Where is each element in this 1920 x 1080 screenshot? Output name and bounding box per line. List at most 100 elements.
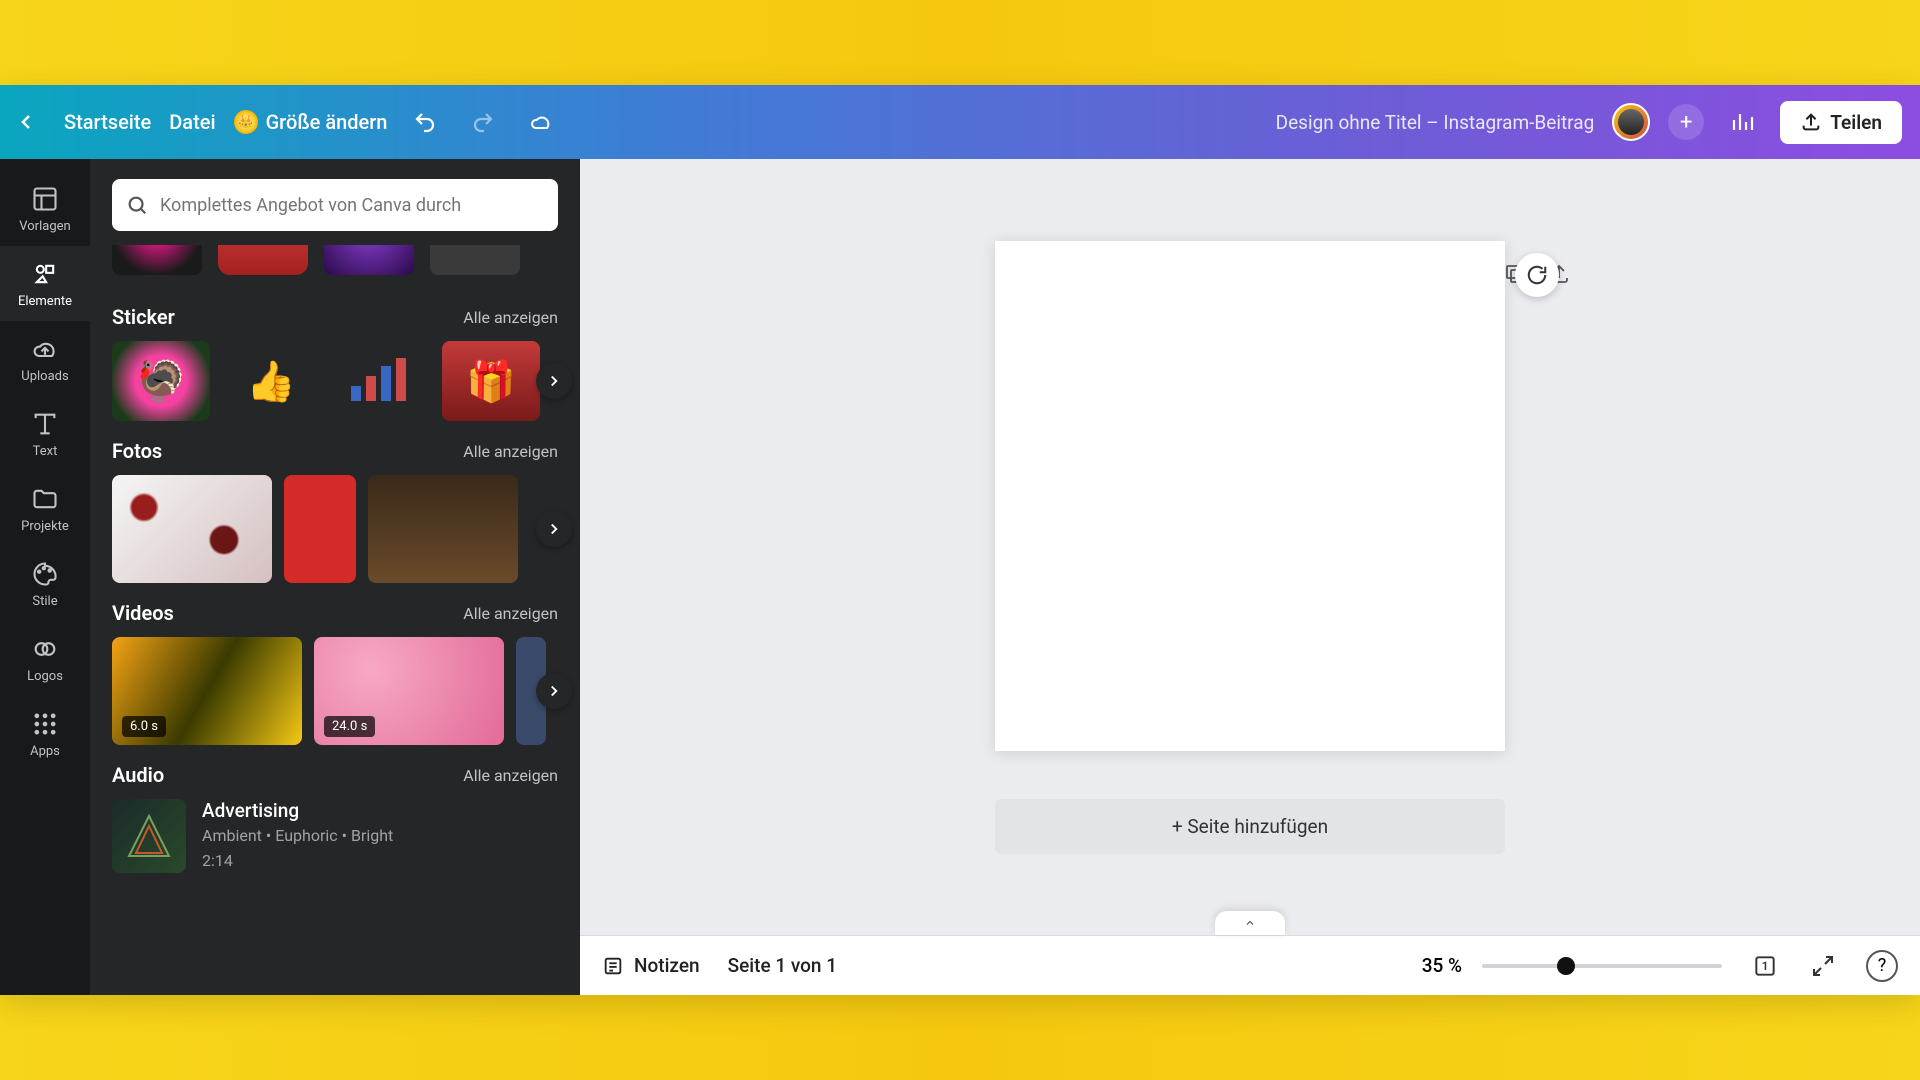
chart-icon [1730, 110, 1754, 134]
expand-pages-button[interactable] [1215, 911, 1285, 935]
top-bar: Startseite Datei 👑 Größe ändern Design o… [0, 85, 1920, 159]
refresh-icon [1526, 264, 1548, 286]
top-bar-left: Startseite Datei 👑 Größe ändern [6, 102, 561, 142]
rail-styles[interactable]: Stile [0, 546, 90, 621]
share-label: Teilen [1830, 111, 1882, 134]
cloud-sync-button[interactable] [521, 102, 561, 142]
share-button[interactable]: Teilen [1780, 101, 1902, 144]
rail-label: Apps [30, 744, 60, 759]
photos-head: Fotos Alle anzeigen [112, 439, 558, 463]
text-icon [31, 410, 59, 438]
redo-button[interactable] [463, 102, 503, 142]
document-title[interactable]: Design ohne Titel – Instagram-Beitrag [1276, 111, 1595, 134]
videos-title: Videos [112, 601, 174, 625]
sticker-next[interactable] [536, 363, 572, 399]
notes-icon [602, 955, 624, 977]
apps-icon [31, 710, 59, 738]
page-count-badge: 1 [1762, 959, 1769, 973]
audio-track-time: 2:14 [202, 851, 393, 870]
audio-track-title: Advertising [202, 799, 393, 822]
folder-icon [31, 485, 59, 513]
redo-icon [471, 110, 495, 134]
audio-title: Audio [112, 763, 164, 787]
back-button[interactable] [6, 102, 46, 142]
refresh-button[interactable] [1515, 253, 1559, 297]
body: Vorlagen Elemente Uploads Text Projekte … [0, 159, 1920, 995]
sticker-row: 🦃 👍 🎁 [112, 341, 558, 421]
left-rail: Vorlagen Elemente Uploads Text Projekte … [0, 159, 90, 995]
palette-icon [31, 560, 59, 588]
zoom-slider-knob[interactable] [1557, 957, 1575, 975]
videos-see-all[interactable]: Alle anzeigen [463, 604, 558, 623]
grid-view-button[interactable]: 1 [1750, 951, 1780, 981]
photos-see-all[interactable]: Alle anzeigen [463, 442, 558, 461]
search-input[interactable] [160, 195, 544, 216]
panel-body[interactable]: Sticker Alle anzeigen 🦃 👍 🎁 Fot [90, 245, 580, 995]
sticker-title: Sticker [112, 305, 175, 329]
video-thumb[interactable]: 6.0 s [112, 637, 302, 745]
add-collaborator-button[interactable]: + [1668, 104, 1704, 140]
rail-logos[interactable]: Logos [0, 621, 90, 696]
canvas-page[interactable] [995, 241, 1505, 751]
search-icon [126, 194, 148, 216]
rail-apps[interactable]: Apps [0, 696, 90, 771]
rail-elements[interactable]: Elemente [0, 246, 90, 321]
rail-templates[interactable]: Vorlagen [0, 171, 90, 246]
sticker-thumb[interactable]: 🦃 [112, 341, 210, 421]
rail-label: Projekte [21, 519, 69, 534]
elements-panel: Sticker Alle anzeigen 🦃 👍 🎁 Fot [90, 159, 580, 995]
cloud-icon [529, 110, 553, 134]
undo-button[interactable] [405, 102, 445, 142]
canvas-center: + Seite hinzufügen [580, 159, 1920, 935]
photo-thumb[interactable] [284, 475, 356, 583]
audio-track-meta: Ambient • Euphoric • Bright [202, 826, 393, 845]
app-window: Startseite Datei 👑 Größe ändern Design o… [0, 85, 1920, 995]
sticker-thumb[interactable] [332, 341, 430, 421]
page-indicator[interactable]: Seite 1 von 1 [728, 954, 837, 977]
photos-next[interactable] [536, 511, 572, 547]
sticker-thumb[interactable]: 👍 [222, 341, 320, 421]
rail-uploads[interactable]: Uploads [0, 321, 90, 396]
crown-icon: 👑 [234, 110, 258, 134]
resize-button[interactable]: 👑 Größe ändern [234, 110, 388, 134]
chevron-left-icon [14, 110, 38, 134]
notes-button[interactable]: Notizen [602, 954, 700, 977]
zoom-slider[interactable] [1482, 964, 1722, 968]
chevron-right-icon [545, 372, 563, 390]
insights-button[interactable] [1722, 102, 1762, 142]
logos-icon [31, 635, 59, 663]
rail-projects[interactable]: Projekte [0, 471, 90, 546]
rail-text[interactable]: Text [0, 396, 90, 471]
avatar[interactable] [1612, 103, 1650, 141]
fullscreen-button[interactable] [1808, 951, 1838, 981]
search-wrap [90, 159, 580, 245]
audio-thumb [112, 799, 186, 873]
plus-icon: + [1680, 110, 1692, 135]
search-box[interactable] [112, 179, 558, 231]
sticker-head: Sticker Alle anzeigen [112, 305, 558, 329]
video-duration: 6.0 s [122, 716, 166, 737]
add-page-button[interactable]: + Seite hinzufügen [995, 799, 1505, 854]
expand-icon [1811, 954, 1835, 978]
help-button[interactable]: ? [1866, 950, 1898, 982]
chevron-right-icon [545, 520, 563, 538]
photo-thumb[interactable] [368, 475, 518, 583]
audio-item[interactable]: Advertising Ambient • Euphoric • Bright … [112, 799, 558, 873]
videos-row: 6.0 s 24.0 s [112, 637, 558, 745]
videos-next[interactable] [536, 673, 572, 709]
photo-thumb[interactable] [112, 475, 272, 583]
previous-section-peek [112, 245, 558, 277]
audio-info: Advertising Ambient • Euphoric • Bright … [202, 799, 393, 870]
home-link[interactable]: Startseite [64, 110, 151, 134]
canvas-area: + Seite hinzufügen Notizen Seite 1 von 1… [580, 159, 1920, 995]
video-thumb[interactable]: 24.0 s [314, 637, 504, 745]
chevron-up-icon [1241, 917, 1259, 929]
notes-label: Notizen [634, 954, 700, 977]
audio-see-all[interactable]: Alle anzeigen [463, 766, 558, 785]
rail-label: Stile [32, 594, 57, 609]
file-menu[interactable]: Datei [169, 110, 215, 134]
sticker-see-all[interactable]: Alle anzeigen [463, 308, 558, 327]
sticker-thumb[interactable]: 🎁 [442, 341, 540, 421]
question-icon: ? [1878, 955, 1887, 976]
zoom-percent[interactable]: 35 % [1422, 954, 1462, 977]
